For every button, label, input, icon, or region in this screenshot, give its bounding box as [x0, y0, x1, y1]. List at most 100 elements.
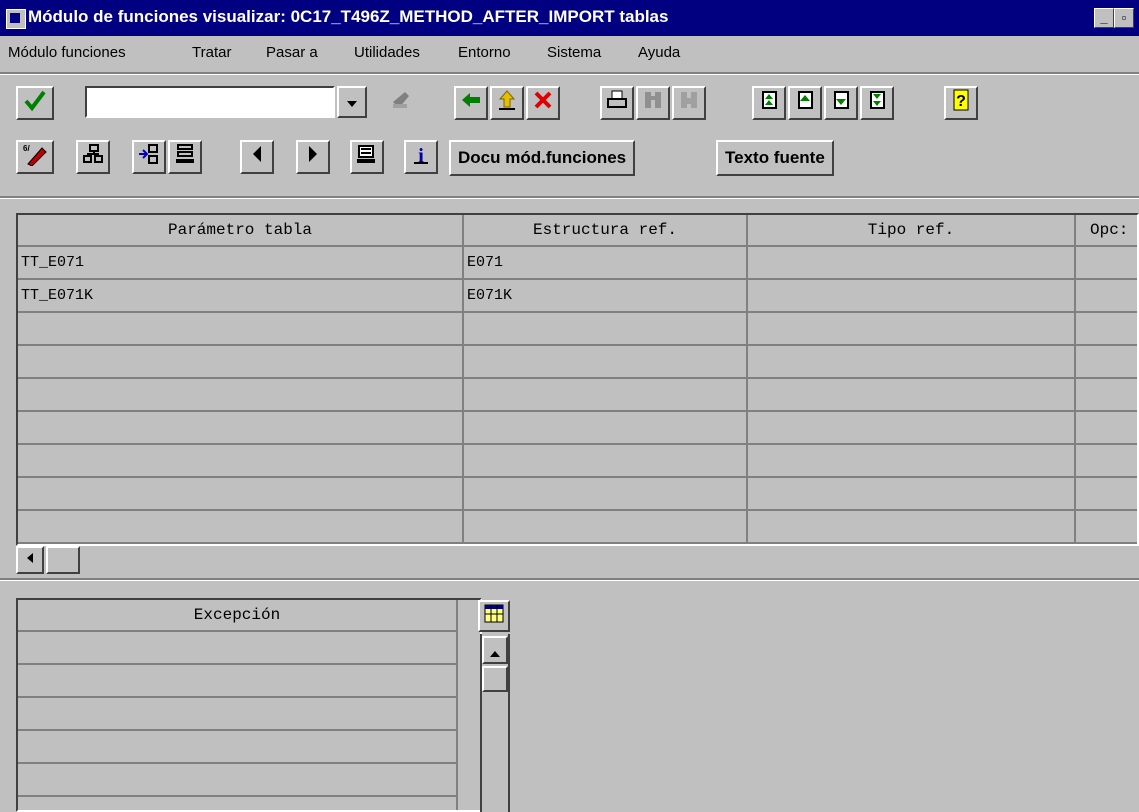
- window-title: Módulo de funciones visualizar: 0C17_T49…: [28, 7, 669, 26]
- where-used-button[interactable]: [132, 140, 166, 174]
- menu-modulo-funciones[interactable]: Módulo funciones: [8, 44, 126, 61]
- maximize-button[interactable]: ▫: [1114, 8, 1134, 28]
- where-used-icon: [139, 144, 158, 164]
- display-object-button[interactable]: [350, 140, 384, 174]
- minimize-button[interactable]: _: [1094, 8, 1114, 28]
- menu-ayuda[interactable]: Ayuda: [638, 44, 680, 61]
- table-cell[interactable]: [1076, 478, 1137, 511]
- table-cell[interactable]: [748, 379, 1076, 412]
- table-cell[interactable]: [18, 478, 464, 511]
- table-cell[interactable]: [748, 445, 1076, 478]
- table-cell[interactable]: [18, 445, 464, 478]
- table-cell[interactable]: [18, 412, 464, 445]
- menu-entorno[interactable]: Entorno: [458, 44, 511, 61]
- column-header-tipo-ref[interactable]: Tipo ref.: [748, 215, 1076, 247]
- table-cell[interactable]: [464, 478, 748, 511]
- table-cell[interactable]: [464, 511, 748, 544]
- other-object-button[interactable]: [76, 140, 110, 174]
- docu-modulo-funciones-button[interactable]: Docu mód.funciones: [449, 140, 636, 176]
- exception-row[interactable]: [18, 731, 458, 764]
- last-page-button[interactable]: [860, 86, 894, 120]
- scroll-thumb[interactable]: [46, 546, 80, 574]
- table-cell[interactable]: [1076, 412, 1137, 445]
- table-cell[interactable]: E071K: [464, 280, 748, 313]
- column-header-parametro-tabla[interactable]: Parámetro tabla: [18, 215, 464, 247]
- table-cell[interactable]: [748, 280, 1076, 313]
- menu-utilidades[interactable]: Utilidades: [354, 44, 420, 61]
- horizontal-scrollbar[interactable]: [16, 546, 1139, 574]
- help-icon: ?: [953, 89, 969, 111]
- table-cell[interactable]: E071: [464, 247, 748, 280]
- table-cell[interactable]: [18, 511, 464, 544]
- exception-row[interactable]: [18, 797, 458, 810]
- table-cell[interactable]: [18, 379, 464, 412]
- column-header-estructura-ref[interactable]: Estructura ref.: [464, 215, 748, 247]
- find-icon: [645, 92, 661, 108]
- column-config-button[interactable]: [478, 600, 510, 632]
- previous-button[interactable]: [240, 140, 274, 174]
- column-header-opcional[interactable]: Opc:: [1076, 215, 1137, 247]
- first-page-icon: [762, 91, 777, 109]
- table-cell[interactable]: [464, 346, 748, 379]
- table-cell[interactable]: [1076, 379, 1137, 412]
- table-cell[interactable]: [464, 445, 748, 478]
- display-change-button[interactable]: 6/: [16, 140, 54, 174]
- table-cell[interactable]: [464, 412, 748, 445]
- cancel-button[interactable]: [526, 86, 560, 120]
- table-cell[interactable]: TT_E071: [18, 247, 464, 280]
- table-cell[interactable]: [748, 247, 1076, 280]
- object-list-button[interactable]: [168, 140, 202, 174]
- exit-icon: [498, 90, 516, 110]
- information-button[interactable]: i: [404, 140, 438, 174]
- table-cell[interactable]: [1076, 313, 1137, 346]
- menu-tratar[interactable]: Tratar: [192, 44, 231, 61]
- next-button[interactable]: [296, 140, 330, 174]
- table-cell[interactable]: [748, 478, 1076, 511]
- previous-page-button[interactable]: [788, 86, 822, 120]
- print-button[interactable]: [600, 86, 634, 120]
- help-button[interactable]: ?: [944, 86, 978, 120]
- exception-row[interactable]: [18, 632, 458, 665]
- table-cell[interactable]: [18, 313, 464, 346]
- texto-fuente-button[interactable]: Texto fuente: [716, 140, 834, 176]
- scroll-thumb-vertical[interactable]: [482, 666, 508, 692]
- table-cell[interactable]: [18, 346, 464, 379]
- command-dropdown-button[interactable]: [337, 86, 367, 118]
- table-cell[interactable]: [1076, 280, 1137, 313]
- table-cell[interactable]: TT_E071K: [18, 280, 464, 313]
- enter-button[interactable]: [16, 86, 54, 120]
- table-cell[interactable]: [1076, 445, 1137, 478]
- menu-pasar-a[interactable]: Pasar a: [266, 44, 318, 61]
- exit-button[interactable]: [490, 86, 524, 120]
- info-icon: i: [414, 145, 428, 167]
- window-icon[interactable]: [6, 9, 26, 29]
- first-page-button[interactable]: [752, 86, 786, 120]
- scroll-left-button[interactable]: [16, 546, 44, 574]
- table-cell[interactable]: [748, 412, 1076, 445]
- table-cell[interactable]: [1076, 511, 1137, 544]
- table-cell[interactable]: [464, 313, 748, 346]
- pencil-icon: 6/: [23, 144, 47, 167]
- table-cell[interactable]: [1076, 346, 1137, 379]
- table-cell[interactable]: [1076, 247, 1137, 280]
- table-cell[interactable]: [748, 313, 1076, 346]
- scroll-up-button[interactable]: [482, 636, 508, 664]
- table-cell[interactable]: [748, 346, 1076, 379]
- find-next-button: [672, 86, 706, 120]
- exception-row[interactable]: [18, 698, 458, 731]
- table-cell[interactable]: [748, 511, 1076, 544]
- command-field[interactable]: [85, 86, 335, 118]
- triangle-right-icon: [309, 146, 317, 162]
- save-icon: [393, 92, 409, 108]
- next-page-button[interactable]: [824, 86, 858, 120]
- menu-sistema[interactable]: Sistema: [547, 44, 601, 61]
- exception-row[interactable]: [18, 665, 458, 698]
- svg-text:?: ?: [956, 93, 966, 110]
- back-button[interactable]: [454, 86, 488, 120]
- table-cell[interactable]: [464, 379, 748, 412]
- menu-separator: [0, 72, 1139, 75]
- find-button: [636, 86, 670, 120]
- vertical-scrollbar[interactable]: [480, 634, 510, 812]
- exception-row[interactable]: [18, 764, 458, 797]
- column-header-excepcion[interactable]: Excepción: [18, 600, 458, 632]
